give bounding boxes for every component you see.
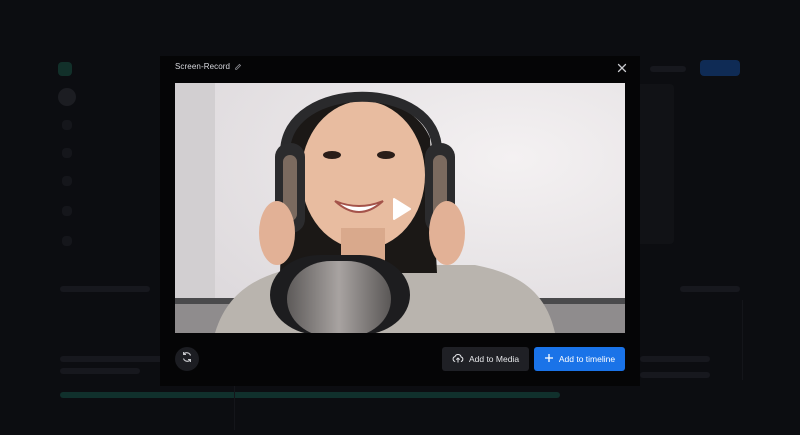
bg-side-icon	[62, 176, 72, 186]
bg-header-text	[650, 66, 686, 72]
close-icon[interactable]	[614, 60, 630, 76]
add-to-timeline-button[interactable]: Add to timeline	[534, 347, 625, 371]
bg-side-icon	[62, 148, 72, 158]
bg-track	[640, 372, 710, 378]
add-to-media-button[interactable]: Add to Media	[442, 347, 529, 371]
cloud-upload-icon	[452, 353, 464, 365]
add-to-timeline-label: Add to timeline	[558, 354, 616, 364]
bg-track	[640, 356, 710, 362]
refresh-icon	[181, 350, 193, 368]
dialog-title[interactable]: Screen-Record	[175, 62, 242, 71]
plus-icon	[544, 353, 554, 365]
pencil-icon[interactable]	[234, 63, 242, 71]
bg-export-button	[700, 60, 740, 76]
bg-line	[680, 286, 740, 292]
bg-avatar	[58, 88, 76, 106]
play-icon[interactable]	[388, 195, 414, 223]
replace-button[interactable]	[175, 347, 199, 371]
dialog-title-text: Screen-Record	[175, 62, 231, 71]
bg-side-icon	[62, 236, 72, 246]
bg-track-audio	[60, 392, 560, 398]
bg-side-icon	[62, 206, 72, 216]
bg-line	[60, 286, 150, 292]
bg-divider	[742, 300, 743, 380]
bg-logo	[58, 62, 72, 76]
bg-track	[60, 368, 140, 374]
bg-side-icon	[62, 120, 72, 130]
add-to-media-label: Add to Media	[468, 354, 520, 364]
